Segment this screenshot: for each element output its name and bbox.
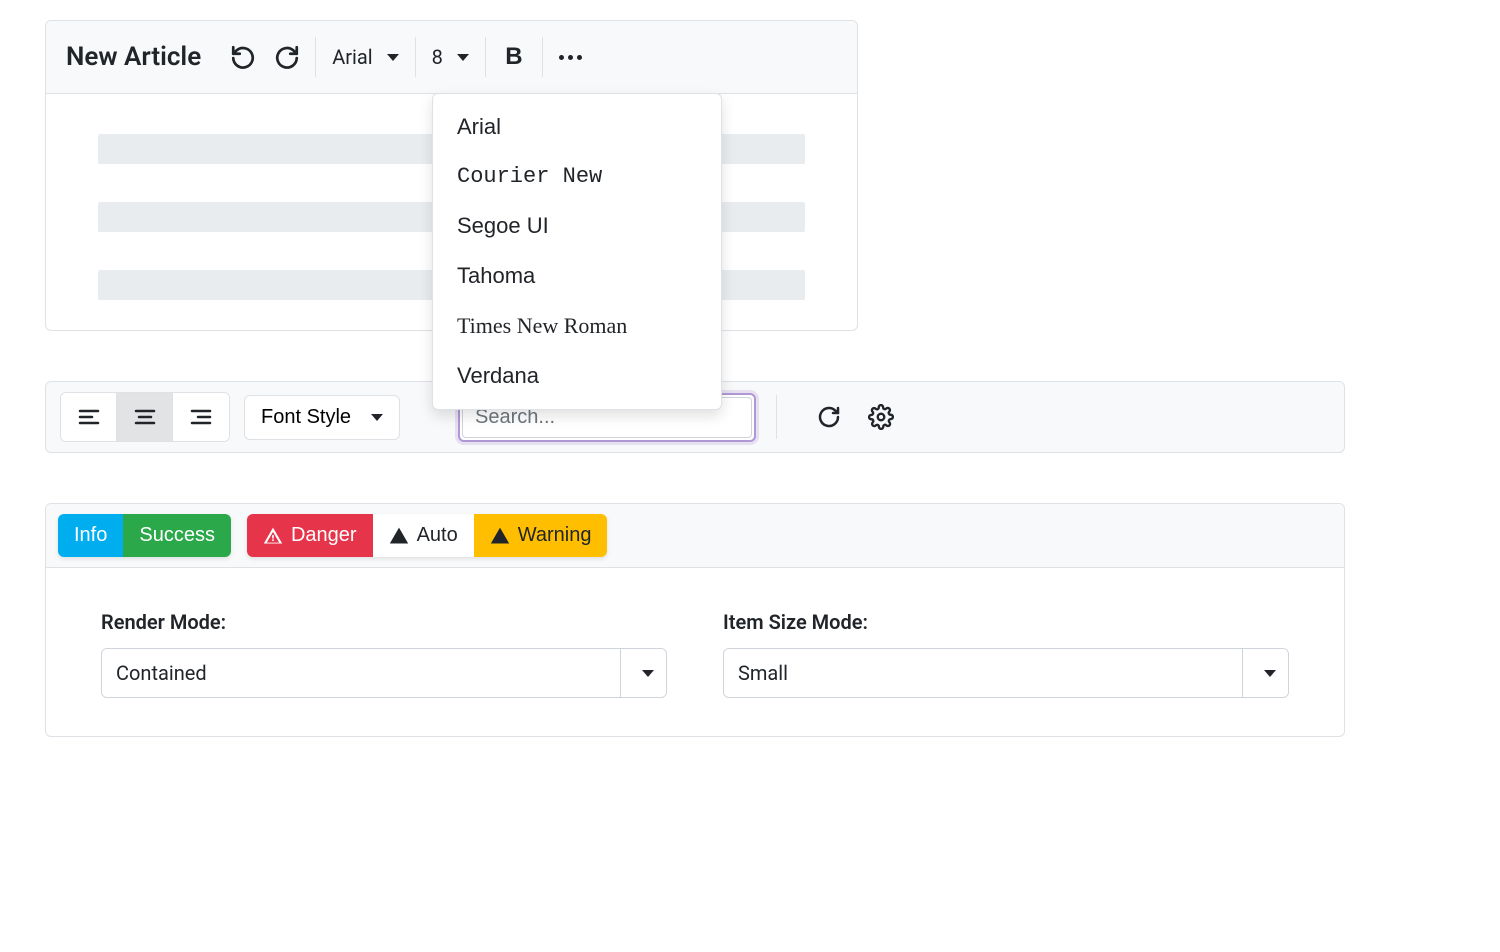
font-option[interactable]: Arial: [433, 102, 721, 152]
auto-button[interactable]: Auto: [373, 514, 474, 557]
danger-auto-warning-group: Danger Auto Warning: [247, 514, 608, 557]
danger-button[interactable]: Danger: [247, 514, 373, 557]
editor-title: New Article: [58, 42, 211, 72]
select-caret[interactable]: [1242, 649, 1288, 697]
item-size-select[interactable]: Small: [723, 648, 1289, 698]
settings-form: Render Mode: Contained Item Size Mode: S…: [46, 568, 1344, 736]
editor-card: New Article Arial 8 B: [45, 20, 858, 331]
bold-icon: B: [505, 43, 522, 71]
align-center-button[interactable]: [117, 393, 173, 441]
undo-icon: [230, 44, 256, 70]
warning-button[interactable]: Warning: [474, 514, 608, 557]
font-size-combo[interactable]: 8: [422, 37, 479, 77]
font-size-value: 8: [432, 45, 443, 69]
font-option[interactable]: Courier New: [433, 152, 721, 201]
undo-button[interactable]: [221, 35, 265, 79]
warning-triangle-icon: [263, 526, 283, 546]
font-option[interactable]: Tahoma: [433, 251, 721, 301]
render-mode-label: Render Mode:: [101, 610, 667, 634]
separator: [415, 37, 416, 77]
separator: [776, 395, 777, 439]
chevron-down-icon: [387, 54, 399, 61]
render-mode-value: Contained: [102, 649, 620, 697]
alignment-group: [60, 392, 230, 442]
font-option[interactable]: Segoe UI: [433, 201, 721, 251]
font-style-dropdown-button[interactable]: Font Style: [244, 395, 400, 440]
refresh-icon: [817, 405, 841, 429]
separator: [485, 37, 486, 77]
chevron-down-icon: [457, 54, 469, 61]
redo-icon: [274, 44, 300, 70]
align-right-icon: [189, 405, 213, 429]
redo-button[interactable]: [265, 35, 309, 79]
info-button[interactable]: Info: [58, 514, 123, 557]
font-style-label: Font Style: [261, 406, 351, 429]
render-mode-select[interactable]: Contained: [101, 648, 667, 698]
font-option[interactable]: Verdana: [433, 351, 721, 401]
chevron-down-icon: [1264, 670, 1276, 677]
align-right-button[interactable]: [173, 393, 229, 441]
warning-triangle-icon: [490, 526, 510, 546]
font-family-combo[interactable]: Arial: [322, 37, 408, 77]
select-caret[interactable]: [620, 649, 666, 697]
align-left-icon: [77, 405, 101, 429]
success-button[interactable]: Success: [123, 514, 231, 557]
item-size-value: Small: [724, 649, 1242, 697]
gear-icon: [868, 404, 894, 430]
chevron-down-icon: [371, 414, 383, 421]
font-family-dropdown: ArialCourier NewSegoe UITahomaTimes New …: [432, 93, 722, 410]
settings-button[interactable]: [859, 395, 903, 439]
font-family-value: Arial: [332, 45, 372, 69]
separator: [315, 37, 316, 77]
align-left-button[interactable]: [61, 393, 117, 441]
item-size-label: Item Size Mode:: [723, 610, 1289, 634]
align-center-icon: [133, 405, 157, 429]
editor-toolbar: New Article Arial 8 B: [46, 21, 857, 94]
bold-button[interactable]: B: [492, 35, 536, 79]
warning-triangle-icon: [389, 526, 409, 546]
font-option[interactable]: Times New Roman: [433, 301, 721, 351]
separator: [542, 37, 543, 77]
colored-toolbar: Info Success Danger Auto Warning: [46, 504, 1344, 568]
info-success-group: Info Success: [58, 514, 231, 557]
refresh-button[interactable]: [807, 395, 851, 439]
more-horizontal-icon: [559, 55, 582, 60]
chevron-down-icon: [642, 670, 654, 677]
settings-card: Info Success Danger Auto Warning Render …: [45, 503, 1345, 737]
overflow-button[interactable]: [549, 35, 593, 79]
